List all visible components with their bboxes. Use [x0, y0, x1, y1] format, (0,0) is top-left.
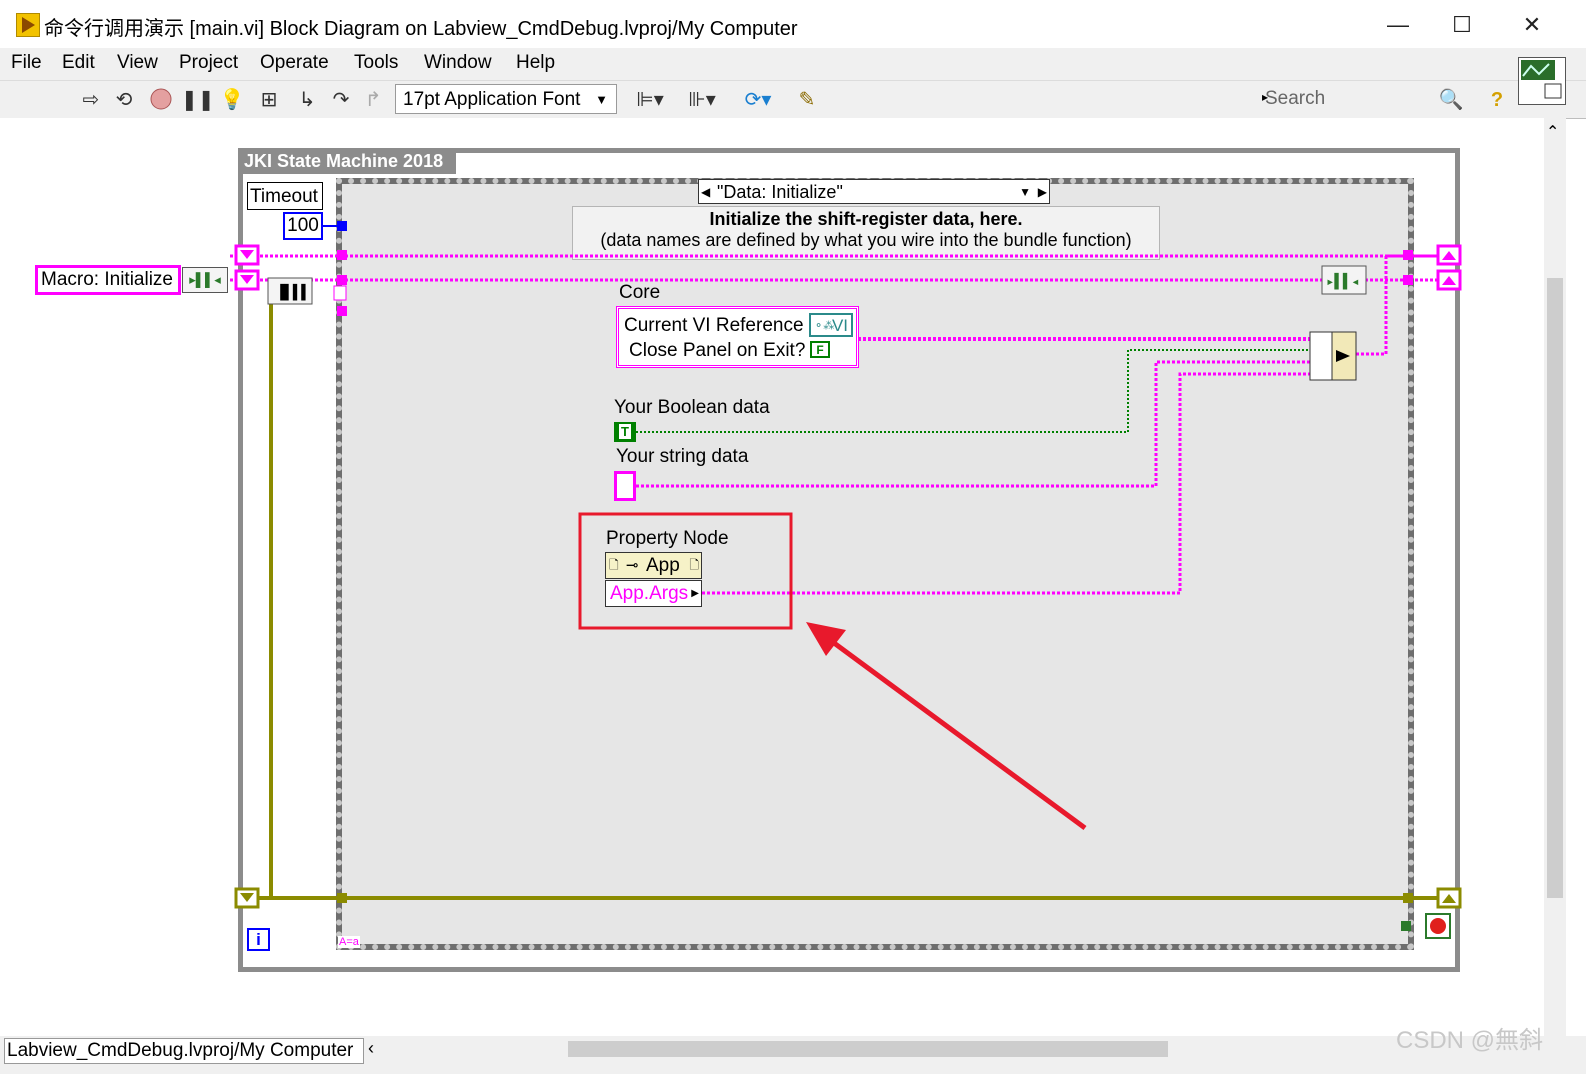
property-node-class: App	[646, 555, 680, 576]
key-icon: ⊸	[626, 557, 639, 574]
horizontal-scroll-thumb[interactable]	[568, 1041, 1168, 1057]
property-node-header[interactable]: 🗋 ⊸ App 🗋	[605, 552, 702, 579]
core-field-close-panel: Close Panel on Exit?	[629, 340, 806, 361]
timeout-constant[interactable]: 100	[283, 212, 323, 240]
stop-terminal	[1401, 913, 1451, 939]
output-arrow-icon: ▶	[691, 588, 699, 599]
case-tag: A=a	[338, 936, 360, 948]
reference-out-icon: 🗋	[689, 558, 699, 572]
timeout-label: Timeout	[247, 182, 323, 210]
property-app-args-text: App.Args	[610, 583, 689, 604]
core-field-vi-reference: Current VI Reference	[624, 315, 804, 336]
vi-hierarchy-icon: ⚬⁂	[814, 320, 835, 332]
parse-node: ▐▌▌▌	[267, 277, 347, 305]
false-constant: F	[810, 341, 830, 358]
wires-layer: ▐▌▌▌ ▸▌▌◂	[230, 221, 1462, 939]
svg-text:▸▌▌◂: ▸▌▌◂	[1326, 272, 1360, 290]
true-constant-text: T	[619, 424, 631, 439]
string-constant[interactable]	[614, 471, 636, 501]
core-label: Core	[619, 282, 661, 303]
property-app-args[interactable]: App.Args ▶	[605, 580, 702, 607]
svg-text:▐▌▌▌: ▐▌▌▌	[276, 283, 310, 301]
pointer-arrow	[828, 637, 1087, 831]
scroll-left-icon[interactable]: ‹	[368, 1038, 374, 1059]
reference-in-icon: 🗋	[609, 558, 619, 572]
iteration-terminal: i	[247, 928, 270, 951]
string-data-label: Your string data	[616, 446, 749, 467]
macro-build-node[interactable]: ▸▌▌◂	[182, 267, 228, 293]
macro-string-constant[interactable]: Macro: Initialize	[35, 265, 181, 295]
app-args-wire	[702, 372, 1310, 595]
pointer-arrow-head	[806, 622, 846, 656]
boolean-data-label: Your Boolean data	[614, 397, 770, 418]
vi-reference-text: VI	[831, 316, 848, 335]
macro-concat-node: ▸▌▌◂	[1321, 265, 1367, 295]
core-cluster-constant[interactable]: Current VI Reference Close Panel on Exit…	[616, 306, 859, 368]
vi-reference-constant: ⚬⁂ VI	[809, 313, 853, 337]
property-node-label: Property Node	[606, 528, 729, 549]
true-constant[interactable]: T	[614, 422, 636, 442]
bundle-output-wire	[1356, 254, 1440, 356]
bundle-node	[1309, 331, 1357, 381]
project-path: Labview_CmdDebug.lvproj/My Computer	[4, 1038, 364, 1064]
watermark: CSDN @無斜	[1396, 1027, 1544, 1054]
